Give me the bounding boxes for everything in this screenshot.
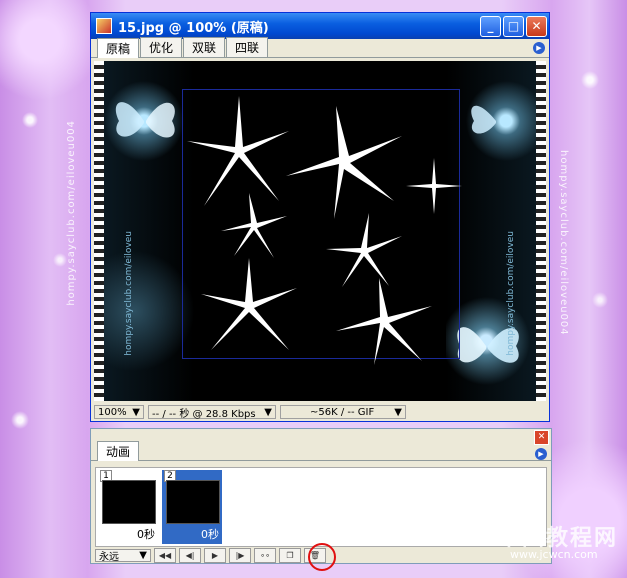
canvas-side-text-right: hompy.sayclub.com/eiloveu (506, 231, 516, 356)
frame-strip: 1 0秒 2 0秒 (95, 467, 547, 547)
tab-2up[interactable]: 双联 (183, 37, 226, 57)
frame-thumbnail (166, 480, 220, 524)
minimize-button[interactable]: _ (480, 15, 501, 37)
download-time-select[interactable]: -- / -- 秒 @ 28.8 Kbps ▼ (148, 405, 276, 420)
tween-icon[interactable]: ∘∘ (254, 548, 276, 563)
canvas-side-text-left: hompy.sayclub.com/eiloveu (124, 231, 134, 356)
loop-select[interactable]: 永远 ▼ (95, 549, 151, 563)
maximize-button[interactable]: □ (503, 15, 524, 37)
frame-thumbnail (102, 480, 156, 524)
frame-delay[interactable]: 0秒 (137, 526, 155, 542)
sparkle-star-3 (406, 158, 462, 214)
panel-close-button[interactable]: ✕ (534, 429, 549, 445)
window-title: 15.jpg @ 100% (原稿) (118, 20, 269, 36)
sparkle-star-2 (286, 106, 402, 219)
chevron-down-icon: ▼ (132, 406, 140, 418)
tab-original[interactable]: 原稿 (97, 38, 140, 58)
sparkle-star-6 (201, 258, 297, 350)
panel-menu-icon[interactable]: ▶ (535, 448, 547, 460)
first-frame-icon[interactable]: ◀◀ (154, 548, 176, 563)
document-window: 15.jpg @ 100% (原稿) _ □ ✕ 原稿 优化 双联 四联 ▶ h… (90, 12, 550, 422)
image-file-icon (96, 18, 112, 34)
file-info-select[interactable]: ~56K / -- GIF ▼ (280, 405, 406, 419)
lace-border-left (94, 61, 104, 401)
title-bar[interactable]: 15.jpg @ 100% (原稿) _ □ ✕ (91, 13, 549, 39)
lace-border-right (536, 61, 546, 401)
status-bar: 100% ▼ -- / -- 秒 @ 28.8 Kbps ▼ ~56K / -- G… (94, 404, 546, 420)
watermark-url: www.jcwcn.com (510, 548, 598, 561)
tab-animation[interactable]: 动画 (97, 441, 140, 461)
play-icon[interactable]: ▶ (204, 548, 226, 563)
chevron-down-icon: ▼ (139, 550, 147, 561)
view-tabs: 原稿 优化 双联 四联 ▶ (91, 37, 549, 58)
sparkle-star-7 (336, 278, 432, 365)
frame-delay[interactable]: 0秒 (201, 526, 219, 542)
next-frame-icon[interactable]: |▶ (229, 548, 251, 563)
tab-optimized[interactable]: 优化 (140, 37, 183, 57)
previous-frame-icon[interactable]: ◀| (179, 548, 201, 563)
butterfly-decoration-left (104, 61, 194, 401)
chevron-down-icon: ▼ (264, 406, 272, 418)
tab-4up[interactable]: 四联 (226, 37, 269, 57)
chevron-down-icon: ▼ (394, 406, 402, 418)
bg-side-text-left: hompy.sayclub.com/eiloveu004 (66, 120, 77, 306)
animation-frame-1[interactable]: 1 0秒 (98, 470, 158, 544)
sparkle-star-4 (221, 193, 287, 258)
image-canvas[interactable]: hompy.sayclub.com/eiloveu hompy.sayclub.… (94, 61, 546, 401)
animation-controls: 永远 ▼ ◀◀ ◀| ▶ |▶ ∘∘ ❐ 🗑 (95, 548, 326, 563)
animation-frame-2[interactable]: 2 0秒 (162, 470, 222, 544)
butterfly-icon (115, 102, 175, 138)
highlight-circle (308, 543, 336, 571)
panel-menu-icon[interactable]: ▶ (533, 42, 545, 54)
duplicate-frame-icon[interactable]: ❐ (279, 548, 301, 563)
close-button[interactable]: ✕ (526, 15, 547, 37)
zoom-select[interactable]: 100% ▼ (94, 405, 144, 419)
bg-side-text-right: hompy.sayclub.com/eiloveu004 (558, 150, 569, 336)
